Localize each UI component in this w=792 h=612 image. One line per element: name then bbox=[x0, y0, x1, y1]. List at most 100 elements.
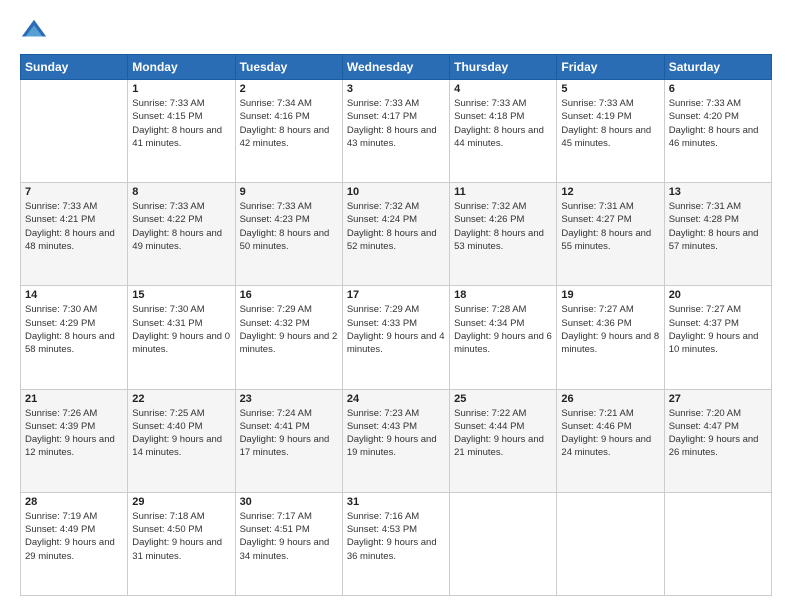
weekday-header-thursday: Thursday bbox=[450, 55, 557, 80]
weekday-header-tuesday: Tuesday bbox=[235, 55, 342, 80]
day-info: Sunrise: 7:31 AM Sunset: 4:27 PM Dayligh… bbox=[561, 200, 659, 253]
day-info: Sunrise: 7:33 AM Sunset: 4:15 PM Dayligh… bbox=[132, 97, 230, 150]
day-info: Sunrise: 7:32 AM Sunset: 4:26 PM Dayligh… bbox=[454, 200, 552, 253]
day-info: Sunrise: 7:29 AM Sunset: 4:32 PM Dayligh… bbox=[240, 303, 338, 356]
header bbox=[20, 16, 772, 44]
day-cell: 28 Sunrise: 7:19 AM Sunset: 4:49 PM Dayli… bbox=[21, 492, 128, 595]
day-info: Sunrise: 7:26 AM Sunset: 4:39 PM Dayligh… bbox=[25, 407, 123, 460]
weekday-header-row: SundayMondayTuesdayWednesdayThursdayFrid… bbox=[21, 55, 772, 80]
day-number: 29 bbox=[132, 496, 230, 508]
day-number: 30 bbox=[240, 496, 338, 508]
day-number: 16 bbox=[240, 289, 338, 301]
day-cell: 17 Sunrise: 7:29 AM Sunset: 4:33 PM Dayli… bbox=[342, 286, 449, 389]
day-cell: 4Sunrise: 7:33 AM Sunset: 4:18 PM Daylig… bbox=[450, 80, 557, 183]
week-row-5: 28 Sunrise: 7:19 AM Sunset: 4:49 PM Dayli… bbox=[21, 492, 772, 595]
day-number: 25 bbox=[454, 393, 552, 405]
day-cell: 27Sunrise: 7:20 AM Sunset: 4:47 PM Dayli… bbox=[664, 389, 771, 492]
day-cell: 23Sunrise: 7:24 AM Sunset: 4:41 PM Dayli… bbox=[235, 389, 342, 492]
day-number: 20 bbox=[669, 289, 767, 301]
week-row-3: 14 Sunrise: 7:30 AM Sunset: 4:29 PM Dayli… bbox=[21, 286, 772, 389]
day-cell: 3 Sunrise: 7:33 AM Sunset: 4:17 PM Daylig… bbox=[342, 80, 449, 183]
day-cell: 1 Sunrise: 7:33 AM Sunset: 4:15 PM Daylig… bbox=[128, 80, 235, 183]
day-number: 7 bbox=[25, 186, 123, 198]
day-cell bbox=[664, 492, 771, 595]
day-info: Sunrise: 7:33 AM Sunset: 4:22 PM Dayligh… bbox=[132, 200, 230, 253]
day-cell: 19 Sunrise: 7:27 AM Sunset: 4:36 PM Dayli… bbox=[557, 286, 664, 389]
day-number: 4 bbox=[454, 83, 552, 95]
day-info: Sunrise: 7:17 AM Sunset: 4:51 PM Dayligh… bbox=[240, 510, 338, 563]
weekday-header-friday: Friday bbox=[557, 55, 664, 80]
day-cell: 15Sunrise: 7:30 AM Sunset: 4:31 PM Dayli… bbox=[128, 286, 235, 389]
day-cell: 11 Sunrise: 7:32 AM Sunset: 4:26 PM Dayli… bbox=[450, 183, 557, 286]
day-cell: 24Sunrise: 7:23 AM Sunset: 4:43 PM Dayli… bbox=[342, 389, 449, 492]
day-cell bbox=[557, 492, 664, 595]
day-number: 31 bbox=[347, 496, 445, 508]
page: SundayMondayTuesdayWednesdayThursdayFrid… bbox=[0, 0, 792, 612]
day-info: Sunrise: 7:30 AM Sunset: 4:31 PM Dayligh… bbox=[132, 303, 230, 356]
day-cell: 18Sunrise: 7:28 AM Sunset: 4:34 PM Dayli… bbox=[450, 286, 557, 389]
day-info: Sunrise: 7:23 AM Sunset: 4:43 PM Dayligh… bbox=[347, 407, 445, 460]
day-number: 18 bbox=[454, 289, 552, 301]
day-cell: 6 Sunrise: 7:33 AM Sunset: 4:20 PM Daylig… bbox=[664, 80, 771, 183]
day-number: 8 bbox=[132, 186, 230, 198]
day-info: Sunrise: 7:33 AM Sunset: 4:23 PM Dayligh… bbox=[240, 200, 338, 253]
day-number: 22 bbox=[132, 393, 230, 405]
day-info: Sunrise: 7:27 AM Sunset: 4:36 PM Dayligh… bbox=[561, 303, 659, 356]
day-cell: 16 Sunrise: 7:29 AM Sunset: 4:32 PM Dayli… bbox=[235, 286, 342, 389]
day-info: Sunrise: 7:34 AM Sunset: 4:16 PM Dayligh… bbox=[240, 97, 338, 150]
day-cell: 26Sunrise: 7:21 AM Sunset: 4:46 PM Dayli… bbox=[557, 389, 664, 492]
day-number: 5 bbox=[561, 83, 659, 95]
logo bbox=[20, 16, 52, 44]
day-cell: 30 Sunrise: 7:17 AM Sunset: 4:51 PM Dayli… bbox=[235, 492, 342, 595]
day-number: 14 bbox=[25, 289, 123, 301]
day-cell: 20 Sunrise: 7:27 AM Sunset: 4:37 PM Dayli… bbox=[664, 286, 771, 389]
day-number: 12 bbox=[561, 186, 659, 198]
day-cell: 14 Sunrise: 7:30 AM Sunset: 4:29 PM Dayli… bbox=[21, 286, 128, 389]
day-info: Sunrise: 7:33 AM Sunset: 4:17 PM Dayligh… bbox=[347, 97, 445, 150]
day-info: Sunrise: 7:25 AM Sunset: 4:40 PM Dayligh… bbox=[132, 407, 230, 460]
day-info: Sunrise: 7:33 AM Sunset: 4:20 PM Dayligh… bbox=[669, 97, 767, 150]
day-number: 9 bbox=[240, 186, 338, 198]
weekday-header-monday: Monday bbox=[128, 55, 235, 80]
day-info: Sunrise: 7:31 AM Sunset: 4:28 PM Dayligh… bbox=[669, 200, 767, 253]
day-number: 28 bbox=[25, 496, 123, 508]
day-cell: 2 Sunrise: 7:34 AM Sunset: 4:16 PM Daylig… bbox=[235, 80, 342, 183]
day-number: 27 bbox=[669, 393, 767, 405]
calendar-table: SundayMondayTuesdayWednesdayThursdayFrid… bbox=[20, 54, 772, 596]
day-info: Sunrise: 7:33 AM Sunset: 4:19 PM Dayligh… bbox=[561, 97, 659, 150]
weekday-header-sunday: Sunday bbox=[21, 55, 128, 80]
day-cell: 7 Sunrise: 7:33 AM Sunset: 4:21 PM Daylig… bbox=[21, 183, 128, 286]
day-info: Sunrise: 7:19 AM Sunset: 4:49 PM Dayligh… bbox=[25, 510, 123, 563]
day-number: 13 bbox=[669, 186, 767, 198]
day-number: 17 bbox=[347, 289, 445, 301]
day-cell: 31Sunrise: 7:16 AM Sunset: 4:53 PM Dayli… bbox=[342, 492, 449, 595]
day-number: 1 bbox=[132, 83, 230, 95]
day-info: Sunrise: 7:30 AM Sunset: 4:29 PM Dayligh… bbox=[25, 303, 123, 356]
week-row-1: 1 Sunrise: 7:33 AM Sunset: 4:15 PM Daylig… bbox=[21, 80, 772, 183]
day-cell bbox=[450, 492, 557, 595]
day-cell: 13 Sunrise: 7:31 AM Sunset: 4:28 PM Dayli… bbox=[664, 183, 771, 286]
day-info: Sunrise: 7:29 AM Sunset: 4:33 PM Dayligh… bbox=[347, 303, 445, 356]
day-number: 10 bbox=[347, 186, 445, 198]
day-number: 6 bbox=[669, 83, 767, 95]
day-number: 23 bbox=[240, 393, 338, 405]
weekday-header-wednesday: Wednesday bbox=[342, 55, 449, 80]
day-number: 19 bbox=[561, 289, 659, 301]
day-cell: 29Sunrise: 7:18 AM Sunset: 4:50 PM Dayli… bbox=[128, 492, 235, 595]
day-number: 21 bbox=[25, 393, 123, 405]
day-info: Sunrise: 7:27 AM Sunset: 4:37 PM Dayligh… bbox=[669, 303, 767, 356]
day-number: 2 bbox=[240, 83, 338, 95]
week-row-2: 7 Sunrise: 7:33 AM Sunset: 4:21 PM Daylig… bbox=[21, 183, 772, 286]
day-number: 11 bbox=[454, 186, 552, 198]
week-row-4: 21 Sunrise: 7:26 AM Sunset: 4:39 PM Dayli… bbox=[21, 389, 772, 492]
day-info: Sunrise: 7:33 AM Sunset: 4:21 PM Dayligh… bbox=[25, 200, 123, 253]
day-cell bbox=[21, 80, 128, 183]
day-info: Sunrise: 7:21 AM Sunset: 4:46 PM Dayligh… bbox=[561, 407, 659, 460]
logo-icon bbox=[20, 16, 48, 44]
day-cell: 9 Sunrise: 7:33 AM Sunset: 4:23 PM Daylig… bbox=[235, 183, 342, 286]
day-cell: 22 Sunrise: 7:25 AM Sunset: 4:40 PM Dayli… bbox=[128, 389, 235, 492]
day-cell: 10 Sunrise: 7:32 AM Sunset: 4:24 PM Dayli… bbox=[342, 183, 449, 286]
day-number: 3 bbox=[347, 83, 445, 95]
day-cell: 12 Sunrise: 7:31 AM Sunset: 4:27 PM Dayli… bbox=[557, 183, 664, 286]
day-info: Sunrise: 7:32 AM Sunset: 4:24 PM Dayligh… bbox=[347, 200, 445, 253]
